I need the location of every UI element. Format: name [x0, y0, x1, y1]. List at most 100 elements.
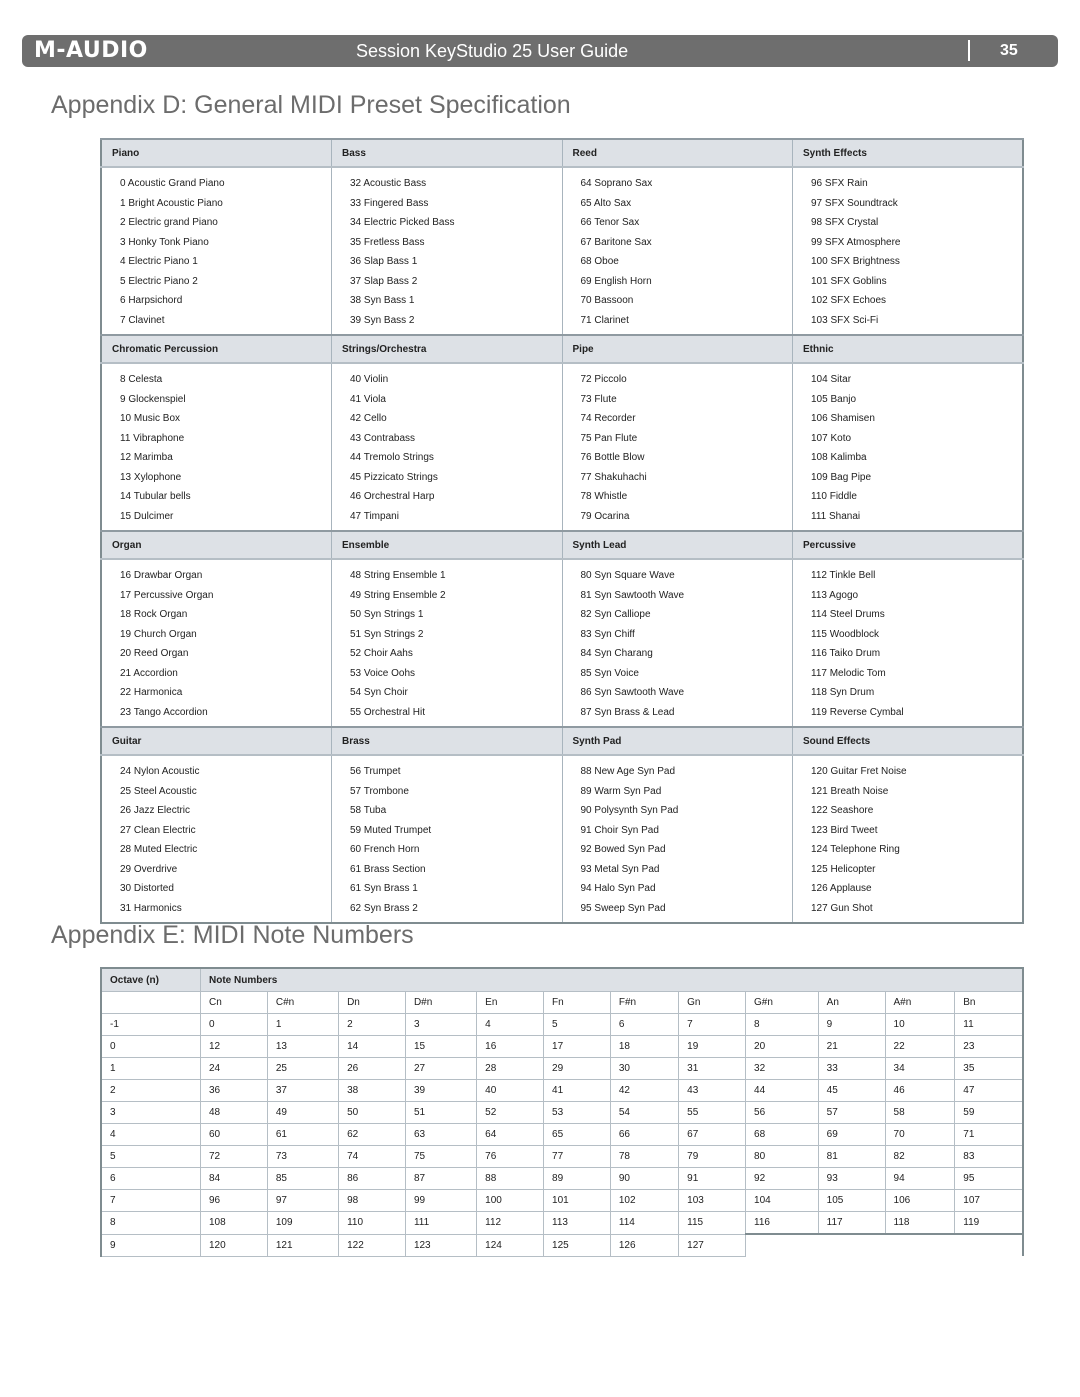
note-number-cell: 22 [884, 1035, 956, 1058]
note-number-cell: 59 [954, 1101, 1024, 1124]
preset-item: 29 Overdrive [120, 863, 178, 875]
preset-list: 24 Nylon Acoustic 25 Steel Acoustic 26 Jaz… [102, 756, 331, 922]
preset-item: 57 Trombone [350, 785, 409, 797]
note-number-cell: 77 [543, 1145, 611, 1168]
note-number-cell: 4 [476, 1013, 545, 1036]
preset-item: 118 Syn Drum [811, 687, 875, 698]
preset-item: 2 Electric grand Piano [120, 217, 218, 228]
note-number-cell: 57 [817, 1101, 886, 1124]
note-number-cell: 68 [745, 1123, 819, 1146]
note-number-cell: 0 [200, 1013, 268, 1036]
note-number-cell: 24 [200, 1057, 268, 1080]
preset-item: 51 Syn Strings 2 [350, 628, 424, 640]
preset-item: 71 Clarinet [580, 314, 629, 326]
category-body-row: 16 Drawbar Organ 17 Percussive Organ 18 Ro… [100, 559, 1024, 727]
preset-item: 105 Banjo [811, 393, 857, 405]
note-number-cell: 90 [609, 1167, 680, 1190]
note-number-cell: 99 [404, 1189, 478, 1212]
note-number-cell: 35 [954, 1057, 1024, 1080]
preset-item: 89 Warm Syn Pad [580, 785, 662, 797]
category-cell: 64 Soprano Sax 65 Alto Sax 66 Tenor Sax 67 … [561, 167, 793, 335]
preset-item: 83 Syn Chiff [580, 628, 635, 640]
note-number-cell: 1 [266, 1013, 340, 1036]
preset-list: 112 Tinkle Bell 113 Agogo 114 Steel Drums 1… [793, 560, 1022, 726]
preset-item: 44 Tremolo Strings [350, 452, 434, 463]
preset-item: 124 Telephone Ring [811, 844, 900, 855]
category-header: Ethnic [792, 334, 1024, 364]
octave-cell: 4 [100, 1123, 201, 1146]
note-number-cell: 27 [404, 1057, 478, 1080]
preset-item: 87 Syn Brass & Lead [580, 706, 675, 718]
octave-row: 8 108 109 110 111 112 113 114 115 116 117 118 119 [100, 1211, 1024, 1235]
note-number-cell: 127 [678, 1233, 747, 1257]
preset-item: 68 Oboe [580, 256, 619, 267]
note-number-cell: 33 [817, 1057, 886, 1080]
note-number-cell: 18 [609, 1035, 680, 1058]
preset-list: 96 SFX Rain 97 SFX Soundtrack 98 SFX Cryst… [793, 168, 1022, 334]
note-number-cell: 9 [817, 1013, 886, 1036]
preset-list: 16 Drawbar Organ 17 Percussive Organ 18 Ro… [102, 560, 331, 726]
note-number-cell: 12 [200, 1035, 268, 1058]
preset-item: 42 Cello [350, 413, 387, 424]
note-number-cell: 61 [266, 1123, 340, 1146]
preset-item: 86 Syn Sawtooth Wave [580, 687, 685, 698]
preset-item: 3 Honky Tonk Piano [120, 236, 209, 248]
note-name-cell: Gn [678, 991, 747, 1014]
preset-item: 10 Music Box [120, 413, 181, 424]
preset-item: 121 Breath Noise [811, 785, 889, 797]
preset-item: 80 Syn Square Wave [580, 570, 675, 581]
note-number-cell: 98 [338, 1189, 406, 1212]
preset-item: 24 Nylon Acoustic [120, 766, 200, 777]
preset-item: 112 Tinkle Bell [811, 570, 876, 581]
note-number-cell: 30 [609, 1057, 680, 1080]
preset-item: 95 Sweep Syn Pad [580, 902, 666, 914]
preset-item: 11 Vibraphone [120, 432, 185, 444]
note-number-cell: 49 [266, 1101, 340, 1124]
note-number-cell: 121 [266, 1233, 340, 1257]
note-name-cell: A#n [884, 991, 956, 1014]
category-header: Sound Effects [792, 726, 1024, 756]
octave-row: 0 12 13 14 15 16 17 18 19 20 21 22 23 [100, 1035, 1024, 1058]
empty-cell [745, 1233, 1023, 1256]
note-number-cell: 85 [266, 1167, 340, 1190]
document-title: Session KeyStudio 25 User Guide [356, 41, 629, 61]
blank-cell [100, 991, 201, 1014]
note-number-cell: 25 [266, 1057, 340, 1080]
note-number-cell: 8 [745, 1013, 819, 1036]
note-number-cell: 54 [609, 1101, 680, 1124]
preset-item: 103 SFX Sci-Fi [811, 314, 879, 326]
preset-item: 77 Shakuhachi [580, 471, 647, 483]
category-header: Ensemble [331, 530, 563, 560]
category-cell: 8 Celesta 9 Glockenspiel 10 Music Box 11 Vi… [100, 363, 332, 531]
note-number-cell: 88 [476, 1167, 545, 1190]
preset-list: 104 Sitar 105 Banjo 106 Shamisen 107 Koto 10… [793, 364, 1022, 530]
preset-item: 93 Metal Syn Pad [580, 863, 660, 875]
page-header: M-AUDIO Session KeyStudio 25 User Guide … [22, 35, 1058, 67]
note-number-cell: 117 [817, 1211, 886, 1235]
note-number-cell: 39 [404, 1079, 478, 1102]
preset-item: 15 Dulcimer [120, 510, 174, 522]
note-number-cell: 26 [338, 1057, 406, 1080]
preset-item: 104 Sitar [811, 374, 852, 385]
appendix-d-title: Appendix D: General MIDI Preset Specific… [51, 91, 571, 119]
octave-row: 7 96 97 98 99 100 101 102 103 104 105 106 107 [100, 1189, 1024, 1212]
preset-item: 102 SFX Echoes [811, 295, 887, 306]
gm-preset-table: Piano Bass Reed Synth Effects 0 Acoustic Gra… [100, 138, 1024, 924]
note-number-cell: 91 [678, 1167, 747, 1190]
note-number-cell: 46 [884, 1079, 956, 1102]
preset-item: 126 Applause [811, 883, 872, 894]
category-header: Strings/Orchestra [331, 334, 563, 364]
note-number-cell: 53 [543, 1101, 611, 1124]
preset-item: 59 Muted Trumpet [350, 824, 432, 836]
note-number-cell: 89 [543, 1167, 611, 1190]
note-number-cell: 96 [200, 1189, 268, 1212]
preset-list: 120 Guitar Fret Noise 121 Breath Noise 122… [793, 756, 1022, 922]
preset-list: 0 Acoustic Grand Piano 1 Bright Acoustic … [102, 168, 331, 334]
octave-cell: 3 [100, 1101, 201, 1124]
preset-item: 46 Orchestral Harp [350, 491, 435, 502]
note-number-cell: 34 [884, 1057, 956, 1080]
preset-item: 54 Syn Choir [350, 687, 408, 698]
preset-item: 107 Koto [811, 432, 852, 444]
preset-list: 56 Trumpet 57 Trombone 58 Tuba 59 Muted Tru… [332, 756, 562, 922]
preset-item: 111 Shanai [811, 510, 861, 522]
